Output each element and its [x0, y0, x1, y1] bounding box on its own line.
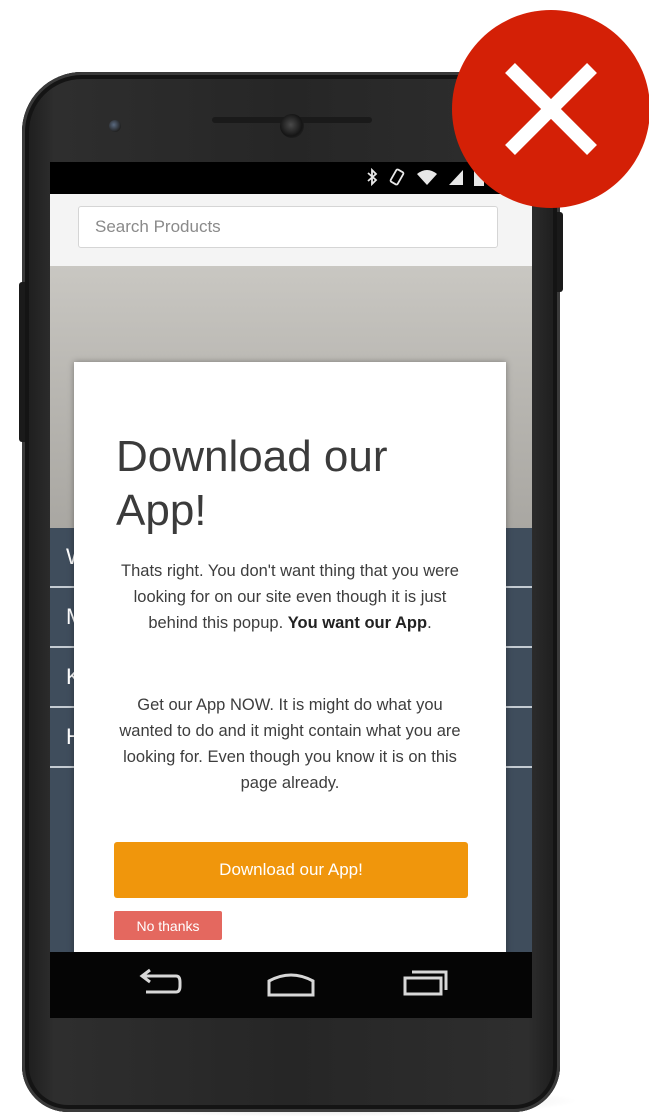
bluetooth-icon — [366, 168, 378, 186]
phone-screen: W M K H Download our App! Thats right. Y… — [50, 162, 532, 1018]
app-download-popup: Download our App! Thats right. You don't… — [74, 362, 506, 998]
system-navigation-bar — [50, 952, 532, 1018]
back-button[interactable] — [130, 964, 190, 1006]
popup-paragraph-2: Get our App NOW. It is might do what you… — [119, 696, 461, 792]
phone-device: W M K H Download our App! Thats right. Y… — [19, 72, 563, 1112]
popup-paragraph-1-end: . — [427, 614, 432, 632]
reject-badge — [452, 10, 649, 208]
popup-title: Download our App! — [116, 432, 388, 535]
home-icon — [265, 967, 317, 1004]
close-x-icon — [452, 63, 649, 212]
power-button — [557, 212, 563, 292]
popup-paragraph-1: Thats right. You don't want thing that y… — [112, 558, 468, 636]
download-app-button[interactable]: Download our App! — [114, 842, 468, 898]
rotation-lock-icon — [388, 168, 406, 186]
front-camera — [280, 114, 304, 138]
back-icon — [136, 968, 184, 1003]
popup-paragraph-1-bold: You want our App — [287, 614, 428, 632]
search-input[interactable] — [78, 206, 498, 248]
volume-button — [19, 282, 25, 442]
home-button[interactable] — [261, 964, 321, 1006]
proximity-sensor — [109, 120, 121, 132]
wifi-icon — [416, 168, 438, 186]
no-thanks-button[interactable]: No thanks — [114, 911, 222, 940]
recents-icon — [402, 968, 450, 1003]
recents-button[interactable] — [396, 964, 456, 1006]
